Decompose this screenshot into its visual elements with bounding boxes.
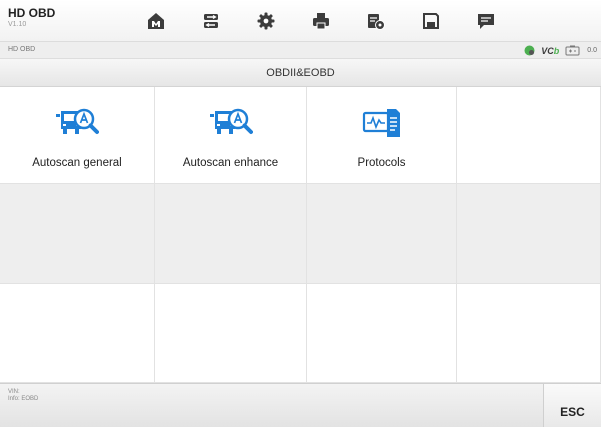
save-button[interactable] (403, 0, 458, 42)
vehicle-swap-button[interactable] (183, 0, 238, 42)
bottom-bar: VIN: Info: EOBD ESC (0, 383, 601, 427)
settings-button[interactable] (238, 0, 293, 42)
car-swap-icon (203, 14, 218, 28)
connection-status-icon (524, 45, 535, 56)
esc-button[interactable]: ESC (543, 384, 601, 427)
status-indicators: VCb 0.0 (524, 44, 597, 57)
printer-icon (312, 13, 329, 30)
section-title: OBDII&EOBD (266, 66, 335, 79)
autoscan-enhance-tile[interactable]: Autoscan enhance (155, 87, 307, 184)
gear-icon (257, 12, 274, 30)
message-button[interactable] (458, 0, 513, 42)
status-bar: HD OBD VCb 0.0 (0, 42, 601, 59)
empty-tile (457, 184, 601, 284)
empty-tile (457, 284, 601, 383)
top-toolbar: HD OBD V1.10 (0, 0, 601, 42)
empty-tile (0, 184, 155, 284)
chat-icon (477, 14, 494, 29)
save-icon (422, 13, 439, 29)
empty-tile (155, 184, 307, 284)
info-label: Info: EOBD (8, 396, 39, 402)
tile-label: Autoscan enhance (182, 157, 279, 169)
bus-search-icon (56, 108, 99, 134)
empty-tile (457, 87, 601, 184)
app-window: HD OBD V1.10 HD OBD VCb 0.0 OBDII&EOBD A… (0, 0, 601, 427)
empty-tile (307, 284, 457, 383)
empty-tile (0, 284, 155, 383)
battery-icon (565, 45, 580, 56)
battery-voltage: 0.0 (587, 47, 597, 54)
function-grid: Autoscan general Autoscan enhance Protoc… (0, 87, 601, 383)
home-icon (147, 13, 164, 29)
report-button[interactable] (348, 0, 403, 42)
tile-label: Autoscan general (32, 157, 122, 169)
protocol-document-icon (362, 109, 400, 137)
bus-search-icon (209, 108, 253, 134)
protocols-tile[interactable]: Protocols (307, 87, 457, 184)
vin-label: VIN: (8, 389, 20, 395)
autoscan-general-tile[interactable]: Autoscan general (0, 87, 155, 184)
empty-tile (155, 284, 307, 383)
section-header: OBDII&EOBD (0, 59, 601, 87)
home-button[interactable] (128, 0, 183, 42)
tile-label: Protocols (357, 157, 406, 169)
app-version: V1.10 (8, 21, 27, 28)
breadcrumb: HD OBD (8, 46, 36, 53)
print-button[interactable] (293, 0, 348, 42)
report-icon (367, 14, 385, 30)
vci-status-label: VCb (541, 45, 560, 56)
app-title: HD OBD (8, 6, 56, 20)
empty-tile (307, 184, 457, 284)
